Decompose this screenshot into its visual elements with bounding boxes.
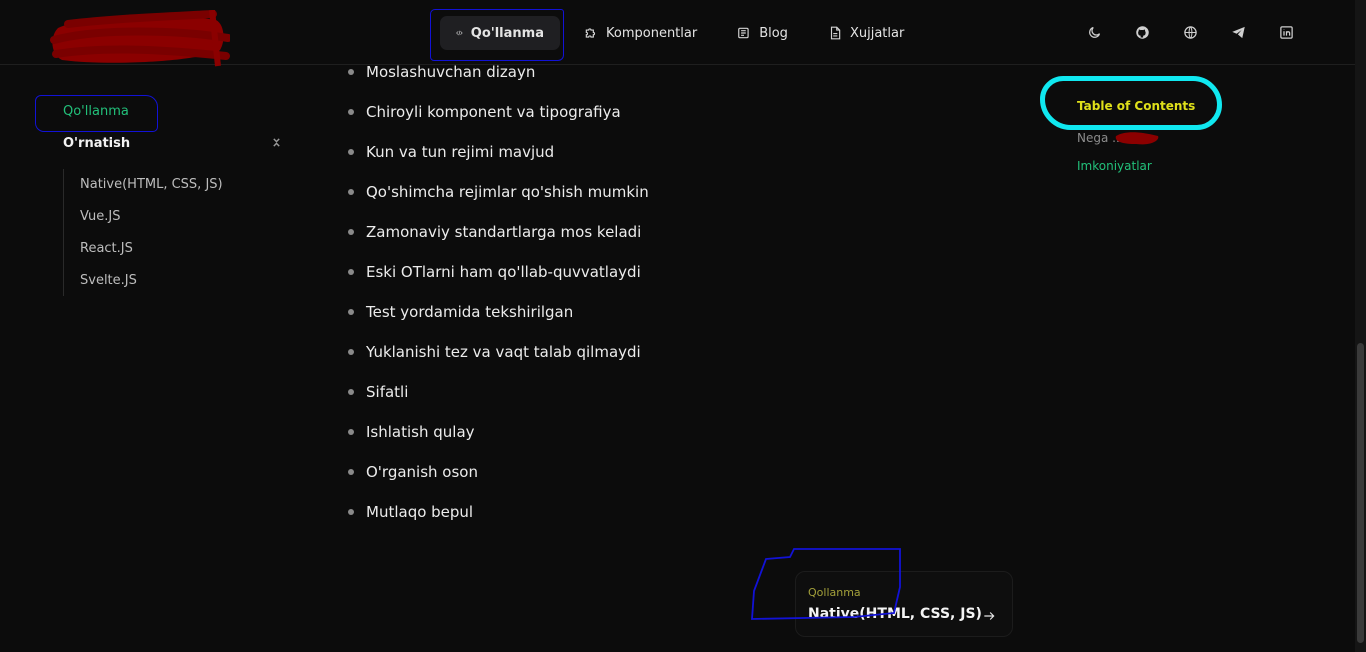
sidebar-item-react[interactable]: React.JS — [64, 233, 263, 265]
nav-guide[interactable]: Qo'llanma — [440, 16, 560, 50]
list-item-text: Mutlaqo bepul — [366, 503, 474, 521]
list-item-text: Chiroyli komponent va tipografiya — [366, 103, 621, 121]
list-item: Test yordamida tekshirilgan — [348, 292, 649, 332]
bullet — [348, 509, 354, 515]
list-item-text: Kun va tun rejimi mavjud — [366, 143, 555, 161]
pager-label: Qollanma — [808, 586, 861, 599]
list-item: Mutlaqo bepul — [348, 492, 649, 532]
toc-link-why[interactable]: Nega ...? — [1077, 131, 1130, 145]
list-item-text: O'rganish oson — [366, 463, 478, 481]
github-link[interactable] — [1134, 22, 1150, 42]
collapse-icon[interactable] — [272, 136, 281, 151]
bullet — [348, 229, 354, 235]
nav-docs[interactable]: Xujjatlar — [812, 16, 920, 50]
linkedin-link[interactable] — [1278, 22, 1294, 42]
sidebar-group-install[interactable]: O'rnatish — [63, 136, 281, 151]
arrow-right-icon — [982, 608, 996, 627]
code-icon — [456, 30, 463, 36]
bullet — [348, 429, 354, 435]
sidebar-item-native[interactable]: Native(HTML, CSS, JS) — [64, 169, 263, 201]
bullet — [348, 309, 354, 315]
scrollbar-thumb[interactable] — [1357, 343, 1364, 643]
list-item-text: Sifatli — [366, 383, 409, 401]
nav-components-label: Komponentlar — [606, 25, 698, 41]
page-scrollbar[interactable] — [1355, 0, 1366, 652]
list-item-text: Eski OTlarni ham qo'llab-quvvatlaydi — [366, 263, 641, 281]
nav-components[interactable]: Komponentlar — [568, 16, 713, 50]
header-actions — [1086, 22, 1294, 42]
next-page-card[interactable]: Qollanma Native(HTML, CSS, JS) — [795, 571, 1013, 637]
list-item: O'rganish oson — [348, 452, 649, 492]
sidebar-section-title[interactable]: Qo'llanma — [63, 104, 129, 119]
sidebar-list: Native(HTML, CSS, JS) Vue.JS React.JS Sv… — [63, 169, 263, 296]
language-button[interactable] — [1182, 22, 1198, 42]
globe-icon — [1183, 25, 1197, 39]
github-icon — [1135, 25, 1149, 39]
linkedin-icon — [1279, 25, 1293, 39]
theme-toggle-button[interactable] — [1086, 22, 1102, 42]
bullet — [348, 389, 354, 395]
list-item-text: Moslashuvchan dizayn — [366, 63, 536, 81]
nav-blog-label: Blog — [759, 25, 788, 41]
pager-title: Native(HTML, CSS, JS) — [808, 606, 982, 622]
bullet — [348, 269, 354, 275]
list-item: Qo'shimcha rejimlar qo'shish mumkin — [348, 172, 649, 212]
list-item-text: Test yordamida tekshirilgan — [366, 303, 574, 321]
bullet — [348, 109, 354, 115]
list-item-text: Ishlatish qulay — [366, 423, 475, 441]
sidebar-item-svelte[interactable]: Svelte.JS — [64, 265, 263, 297]
list-item-text: Yuklanishi tez va vaqt talab qilmaydi — [366, 343, 641, 361]
sidebar-item-vue[interactable]: Vue.JS — [64, 201, 263, 233]
list-item: Moslashuvchan dizayn — [348, 52, 649, 92]
bullet — [348, 349, 354, 355]
document-icon — [830, 26, 841, 40]
list-item: Chiroyli komponent va tipografiya — [348, 92, 649, 132]
list-item: Eski OTlarni ham qo'llab-quvvatlaydi — [348, 252, 649, 292]
bullet — [348, 149, 354, 155]
list-item: Yuklanishi tez va vaqt talab qilmaydi — [348, 332, 649, 372]
list-item: Sifatli — [348, 372, 649, 412]
list-item: Zamonaviy standartlarga mos keladi — [348, 212, 649, 252]
bullet — [348, 69, 354, 75]
sidebar-group-label: O'rnatish — [63, 136, 131, 151]
feature-list: Moslashuvchan dizayn Chiroyli komponent … — [348, 52, 649, 532]
nav-guide-label: Qo'llanma — [470, 25, 544, 41]
telegram-link[interactable] — [1230, 22, 1246, 42]
redacted-logo-scribble — [50, 10, 230, 67]
bullet — [348, 469, 354, 475]
list-item-text: Zamonaviy standartlarga mos keladi — [366, 223, 642, 241]
nav-blog[interactable]: Blog — [721, 16, 804, 50]
main-nav: Qo'llanma Komponentlar Blog Xujjatlar — [440, 16, 920, 50]
toc-title: Table of Contents — [1077, 99, 1196, 113]
bullet — [348, 189, 354, 195]
list-item-text: Qo'shimcha rejimlar qo'shish mumkin — [366, 183, 649, 201]
moon-icon — [1088, 26, 1100, 38]
nav-docs-label: Xujjatlar — [849, 25, 905, 41]
top-header: Qo'llanma Komponentlar Blog Xujjatlar — [0, 0, 1366, 67]
list-item: Kun va tun rejimi mavjud — [348, 132, 649, 172]
toc-link-features[interactable]: Imkoniyatlar — [1077, 159, 1152, 173]
telegram-icon — [1231, 26, 1245, 38]
list-item: Ishlatish qulay — [348, 412, 649, 452]
puzzle-icon — [585, 28, 596, 38]
newspaper-icon — [738, 27, 749, 39]
